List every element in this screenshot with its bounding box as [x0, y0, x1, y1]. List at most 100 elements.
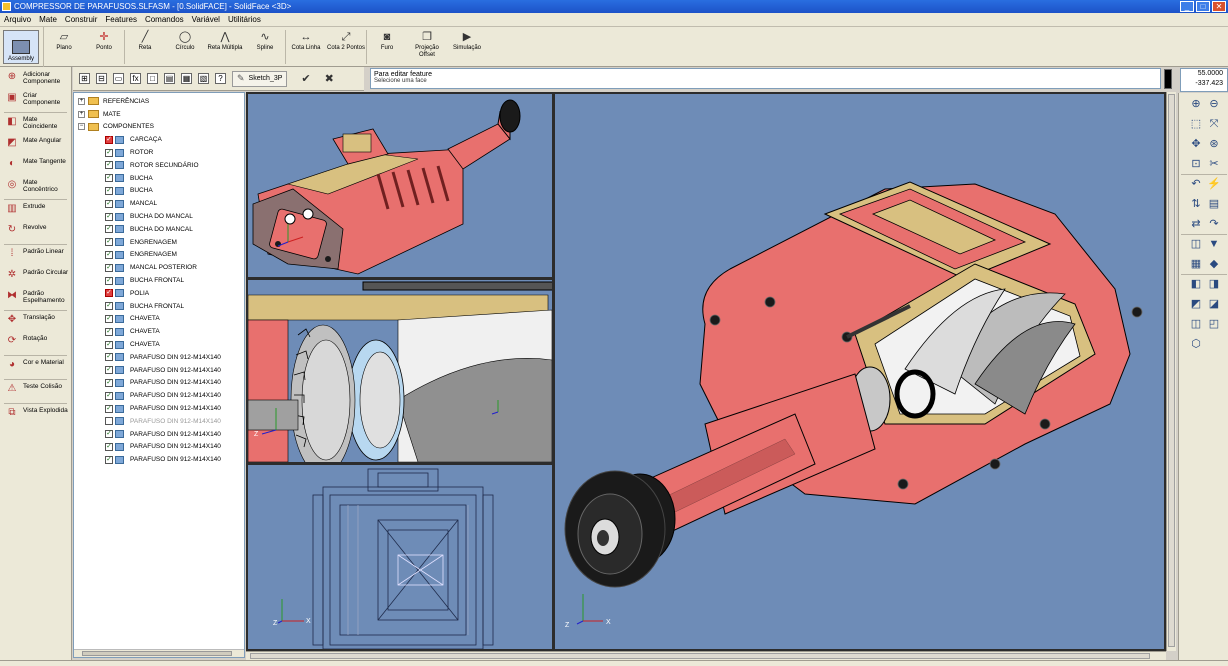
visibility-checkbox[interactable]: ✓	[105, 276, 113, 285]
visibility-checkbox[interactable]: ✓	[105, 430, 113, 439]
pan-icon[interactable]: ✥	[1189, 137, 1203, 151]
viewport-wireframe-top[interactable]: X Z	[246, 463, 554, 651]
visibility-checkbox[interactable]: ✓	[105, 378, 113, 387]
viewport-vertical-scrollbar[interactable]	[1166, 92, 1176, 651]
filter-icon[interactable]: ▼	[1207, 237, 1221, 251]
save-icon[interactable]: ▦	[181, 73, 192, 84]
toolbar-button-4[interactable]: ⋀ Reta Múltipla	[205, 27, 245, 67]
tree-component-row[interactable]: ✓ ENGRENAGEM	[74, 249, 244, 262]
minimize-button[interactable]: _	[1180, 1, 1194, 12]
visibility-checkbox[interactable]: ✓	[105, 314, 113, 323]
tree-component-row[interactable]: ✓ PARAFUSO DIN 912-M14X140	[74, 402, 244, 415]
tree-component-row[interactable]: ✓ ROTOR	[74, 146, 244, 159]
v-scroll-thumb[interactable]	[1168, 94, 1175, 647]
collapse-all-icon[interactable]: ⊟	[96, 73, 107, 84]
side-view-icon[interactable]: ◪	[1207, 297, 1221, 311]
display-mode-icon[interactable]: ▦	[1189, 257, 1203, 271]
confirm-check-icon[interactable]: ✔	[301, 72, 310, 85]
viewport-horizontal-scrollbar[interactable]	[246, 651, 1166, 660]
tree-folder[interactable]: − COMPONENTES	[74, 121, 244, 134]
tree-component-row[interactable]: ✓ BUCHA DO MANCAL	[74, 210, 244, 223]
visibility-checkbox[interactable]: ✓	[105, 302, 113, 311]
maximize-button[interactable]: □	[1196, 1, 1210, 12]
visibility-checkbox[interactable]: ✓	[105, 340, 113, 349]
tree-component-row[interactable]: ✓ PARAFUSO DIN 912-M14X140	[74, 389, 244, 402]
tree-component-row[interactable]: ✓ CHAVETA	[74, 338, 244, 351]
palette-item-0[interactable]: ⊕ Adicionar Componente	[0, 69, 71, 90]
palette-item-12[interactable]: ⟳ Rotação	[0, 333, 71, 354]
menu-features[interactable]: Features	[105, 15, 137, 24]
zoom-area-icon[interactable]: ⊡	[1189, 157, 1203, 171]
sketch-name-field[interactable]: ✎ Sketch_3P	[232, 70, 288, 87]
palette-item-15[interactable]: ⧉ Vista Explodida	[0, 405, 71, 426]
palette-item-2[interactable]: ◧ Mate Coincidente	[0, 114, 71, 135]
menu-construir[interactable]: Construir	[65, 15, 97, 24]
view-tools-icon[interactable]: ✂	[1207, 157, 1221, 171]
menu-mate[interactable]: Mate	[39, 15, 57, 24]
toolbar-button-3[interactable]: ◯ Círculo	[165, 27, 205, 67]
palette-item-3[interactable]: ◩ Mate Angular	[0, 135, 71, 156]
visibility-checkbox[interactable]: ✓	[105, 366, 113, 375]
tree-component-row[interactable]: ✓ CHAVETA	[74, 313, 244, 326]
toolbar-button-0[interactable]: ▱ Plano	[44, 27, 84, 67]
toolbar-button-7[interactable]: ⤢ Cota 2 Pontos	[326, 27, 366, 67]
visibility-checkbox[interactable]: ✓	[105, 455, 113, 464]
palette-item-1[interactable]: ▣ Criar Componente	[0, 90, 71, 111]
expand-all-icon[interactable]: ⊞	[79, 73, 90, 84]
tree-component-row[interactable]: ✓ MANCAL	[74, 197, 244, 210]
viewport-main-3d[interactable]: X Z	[553, 92, 1166, 651]
visibility-checkbox[interactable]: ✓	[105, 225, 113, 234]
tree-scroll-thumb[interactable]	[82, 651, 232, 656]
view-cube-icon[interactable]: ◫	[1189, 237, 1203, 251]
help-icon[interactable]: ?	[215, 73, 226, 84]
visibility-checkbox[interactable]: ✓	[105, 289, 113, 298]
visibility-checkbox[interactable]: ✓	[105, 404, 113, 413]
tree-folder[interactable]: + MATE	[74, 108, 244, 121]
toolbar-button-10[interactable]: ▶ Simulação	[447, 27, 487, 67]
palette-item-13[interactable]: ◕ Cor e Material	[0, 357, 71, 378]
expander-icon[interactable]: +	[78, 110, 85, 118]
tree-component-row[interactable]: ✓ POLIA	[74, 287, 244, 300]
visibility-checkbox[interactable]	[105, 417, 113, 426]
feature-tree[interactable]: + REFERÊNCIAS + MATE − COMPONENTES ✓ CARCAÇA ✓ RO…	[73, 92, 245, 658]
toolbar-button-5[interactable]: ∿ Spline	[245, 27, 285, 67]
tree-component-row[interactable]: ✓ MANCAL POSTERIOR	[74, 261, 244, 274]
visibility-checkbox[interactable]: ✓	[105, 250, 113, 259]
zoom-fit-icon[interactable]: ⤧	[1207, 117, 1221, 131]
tree-component-row[interactable]: ✓ PARAFUSO DIN 912-M14X140	[74, 441, 244, 454]
tree-component-row[interactable]: ✓ BUCHA	[74, 172, 244, 185]
cube-3d-icon[interactable]: ⬡	[1189, 337, 1203, 351]
back-view-icon[interactable]: ◫	[1189, 317, 1203, 331]
tree-component-row[interactable]: ✓ PARAFUSO DIN 912-M14X140	[74, 377, 244, 390]
tree-component-row[interactable]: ✓ CHAVETA	[74, 325, 244, 338]
toolbar-button-8[interactable]: ◙ Furo	[367, 27, 407, 67]
eraser-icon[interactable]: ◆	[1207, 257, 1221, 271]
visibility-checkbox[interactable]: ✓	[105, 353, 113, 362]
undo-icon[interactable]: ↶	[1189, 177, 1203, 191]
palette-item-5[interactable]: ◎ Mate Concêntrico	[0, 177, 71, 198]
tree-component-row[interactable]: ✓ ENGRENAGEM	[74, 236, 244, 249]
lightning-icon[interactable]: ⚡	[1207, 177, 1221, 191]
zoom-dynamic-icon[interactable]: ⊛	[1207, 137, 1221, 151]
menu-arquivo[interactable]: Arquivo	[4, 15, 31, 24]
assembly-button[interactable]: Assembly	[3, 30, 39, 64]
tree-component-row[interactable]: ✓ ROTOR SECUNDÁRIO	[74, 159, 244, 172]
expander-icon[interactable]: −	[78, 123, 85, 131]
viewport-isometric-small[interactable]	[246, 92, 554, 279]
menu-utilitarios[interactable]: Utilitários	[228, 15, 261, 24]
rotate-y-icon[interactable]: ⇄	[1189, 217, 1203, 231]
iso-view-icon[interactable]: ◧	[1189, 277, 1203, 291]
palette-item-10[interactable]: ⧓ Padrão Espelhamento	[0, 288, 71, 309]
visibility-checkbox[interactable]: ✓	[105, 238, 113, 247]
menu-comandos[interactable]: Comandos	[145, 15, 184, 24]
visibility-checkbox[interactable]: ✓	[105, 161, 113, 170]
visibility-checkbox[interactable]: ✓	[105, 391, 113, 400]
zoom-window-icon[interactable]: ⬚	[1189, 117, 1203, 131]
zoom-out-icon[interactable]: ⊖	[1207, 97, 1221, 111]
tree-horizontal-scrollbar[interactable]	[74, 649, 244, 657]
expander-icon[interactable]: +	[78, 97, 85, 105]
palette-item-11[interactable]: ✥ Translação	[0, 312, 71, 333]
redo-icon[interactable]: ↷	[1207, 217, 1221, 231]
tree-folder[interactable]: + REFERÊNCIAS	[74, 95, 244, 108]
palette-item-8[interactable]: ⁞ Padrão Linear	[0, 246, 71, 267]
